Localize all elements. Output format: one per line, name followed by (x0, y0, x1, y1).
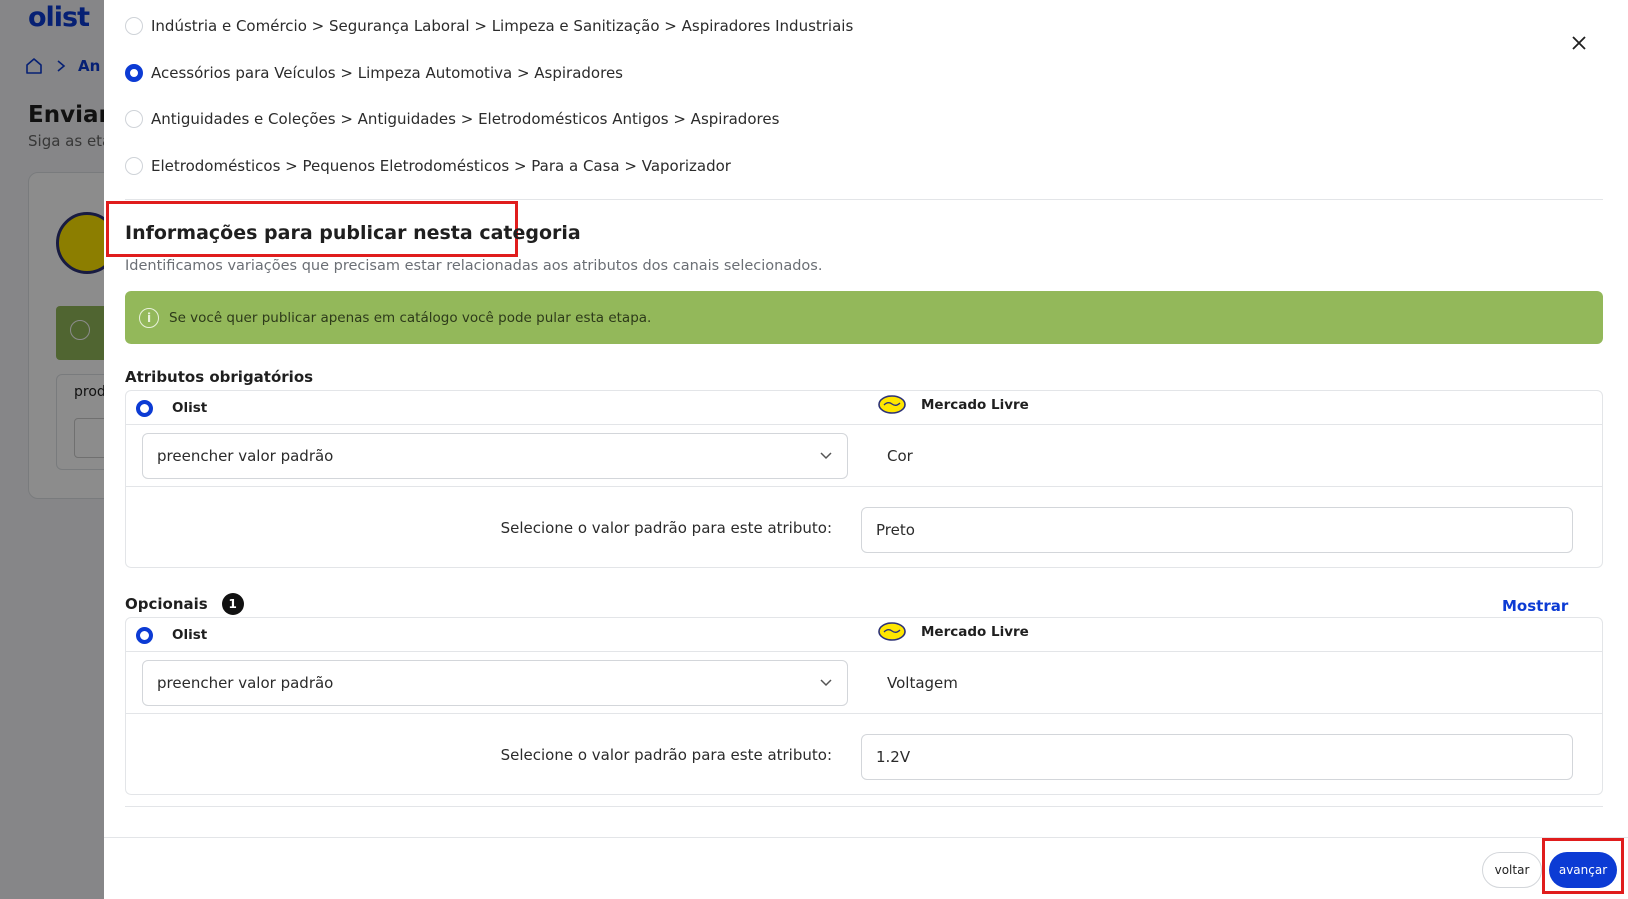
olist-radio[interactable] (136, 627, 153, 644)
category-radio[interactable] (125, 110, 143, 128)
section-title: Informações para publicar nesta categori… (125, 222, 581, 244)
select-value: preencher valor padrão (157, 447, 334, 465)
count-badge: 1 (221, 593, 244, 615)
mercado-livre-label: Mercado Livre (921, 624, 1029, 640)
attribute-row: preencher valor padrão Cor (126, 425, 1602, 487)
optional-attributes-label: Opcionais 1 (125, 593, 244, 615)
default-value-input[interactable]: Preto (861, 507, 1573, 553)
olist-label: Olist (172, 627, 208, 643)
default-value-label: Selecione o valor padrão para este atrib… (500, 519, 832, 537)
mercado-livre-logo (878, 622, 906, 641)
section-description: Identificamos variações que precisam est… (125, 258, 823, 274)
divider (125, 199, 1603, 200)
required-attributes-label: Atributos obrigatórios (125, 368, 314, 386)
category-option[interactable]: Acessórios para Veículos > Limpeza Autom… (125, 64, 623, 82)
default-value-label: Selecione o valor padrão para este atrib… (500, 746, 832, 764)
attribute-name: Voltagem (887, 674, 958, 692)
attribute-row: preencher valor padrão Voltagem (126, 652, 1602, 714)
attribute-header: Olist Mercado Livre (126, 618, 1602, 652)
back-button[interactable]: voltar (1482, 852, 1542, 888)
optional-attribute-card: Olist Mercado Livre preencher valor padr… (125, 617, 1603, 795)
divider (125, 806, 1603, 807)
select-value: preencher valor padrão (157, 674, 334, 692)
highlight-box (1542, 838, 1624, 894)
default-value-row: Selecione o valor padrão para este atrib… (126, 714, 1602, 794)
chevron-down-icon (819, 676, 833, 694)
category-option[interactable]: Indústria e Comércio > Segurança Laboral… (125, 17, 853, 35)
default-value-row: Selecione o valor padrão para este atrib… (126, 487, 1602, 567)
attribute-name: Cor (887, 447, 913, 465)
default-value-input[interactable]: 1.2V (861, 734, 1573, 780)
attribute-header: Olist Mercado Livre (126, 391, 1602, 425)
close-icon (1572, 36, 1586, 50)
footer-divider (104, 837, 1628, 838)
info-icon: i (139, 307, 159, 328)
info-banner: i Se você quer publicar apenas em catálo… (125, 291, 1603, 344)
category-label: Eletrodomésticos > Pequenos Eletrodomést… (151, 157, 731, 175)
required-attribute-card: Olist Mercado Livre preencher valor padr… (125, 390, 1603, 568)
info-banner-text: Se você quer publicar apenas em catálogo… (169, 309, 652, 326)
category-radio[interactable] (125, 64, 143, 82)
category-label: Indústria e Comércio > Segurança Laboral… (151, 17, 854, 35)
category-option[interactable]: Antiguidades e Coleções > Antiguidades >… (125, 110, 779, 128)
olist-label: Olist (172, 400, 208, 416)
fill-mode-select[interactable]: preencher valor padrão (142, 660, 848, 706)
fill-mode-select[interactable]: preencher valor padrão (142, 433, 848, 479)
category-option[interactable]: Eletrodomésticos > Pequenos Eletrodomést… (125, 157, 731, 175)
category-radio[interactable] (125, 17, 143, 35)
close-button[interactable] (1566, 30, 1592, 56)
chevron-down-icon (819, 449, 833, 467)
category-radio[interactable] (125, 157, 143, 175)
olist-radio[interactable] (136, 400, 153, 417)
category-label: Acessórios para Veículos > Limpeza Autom… (151, 64, 623, 82)
mercado-livre-logo (878, 395, 906, 414)
category-label: Antiguidades e Coleções > Antiguidades >… (151, 110, 780, 128)
mercado-livre-label: Mercado Livre (921, 397, 1029, 413)
